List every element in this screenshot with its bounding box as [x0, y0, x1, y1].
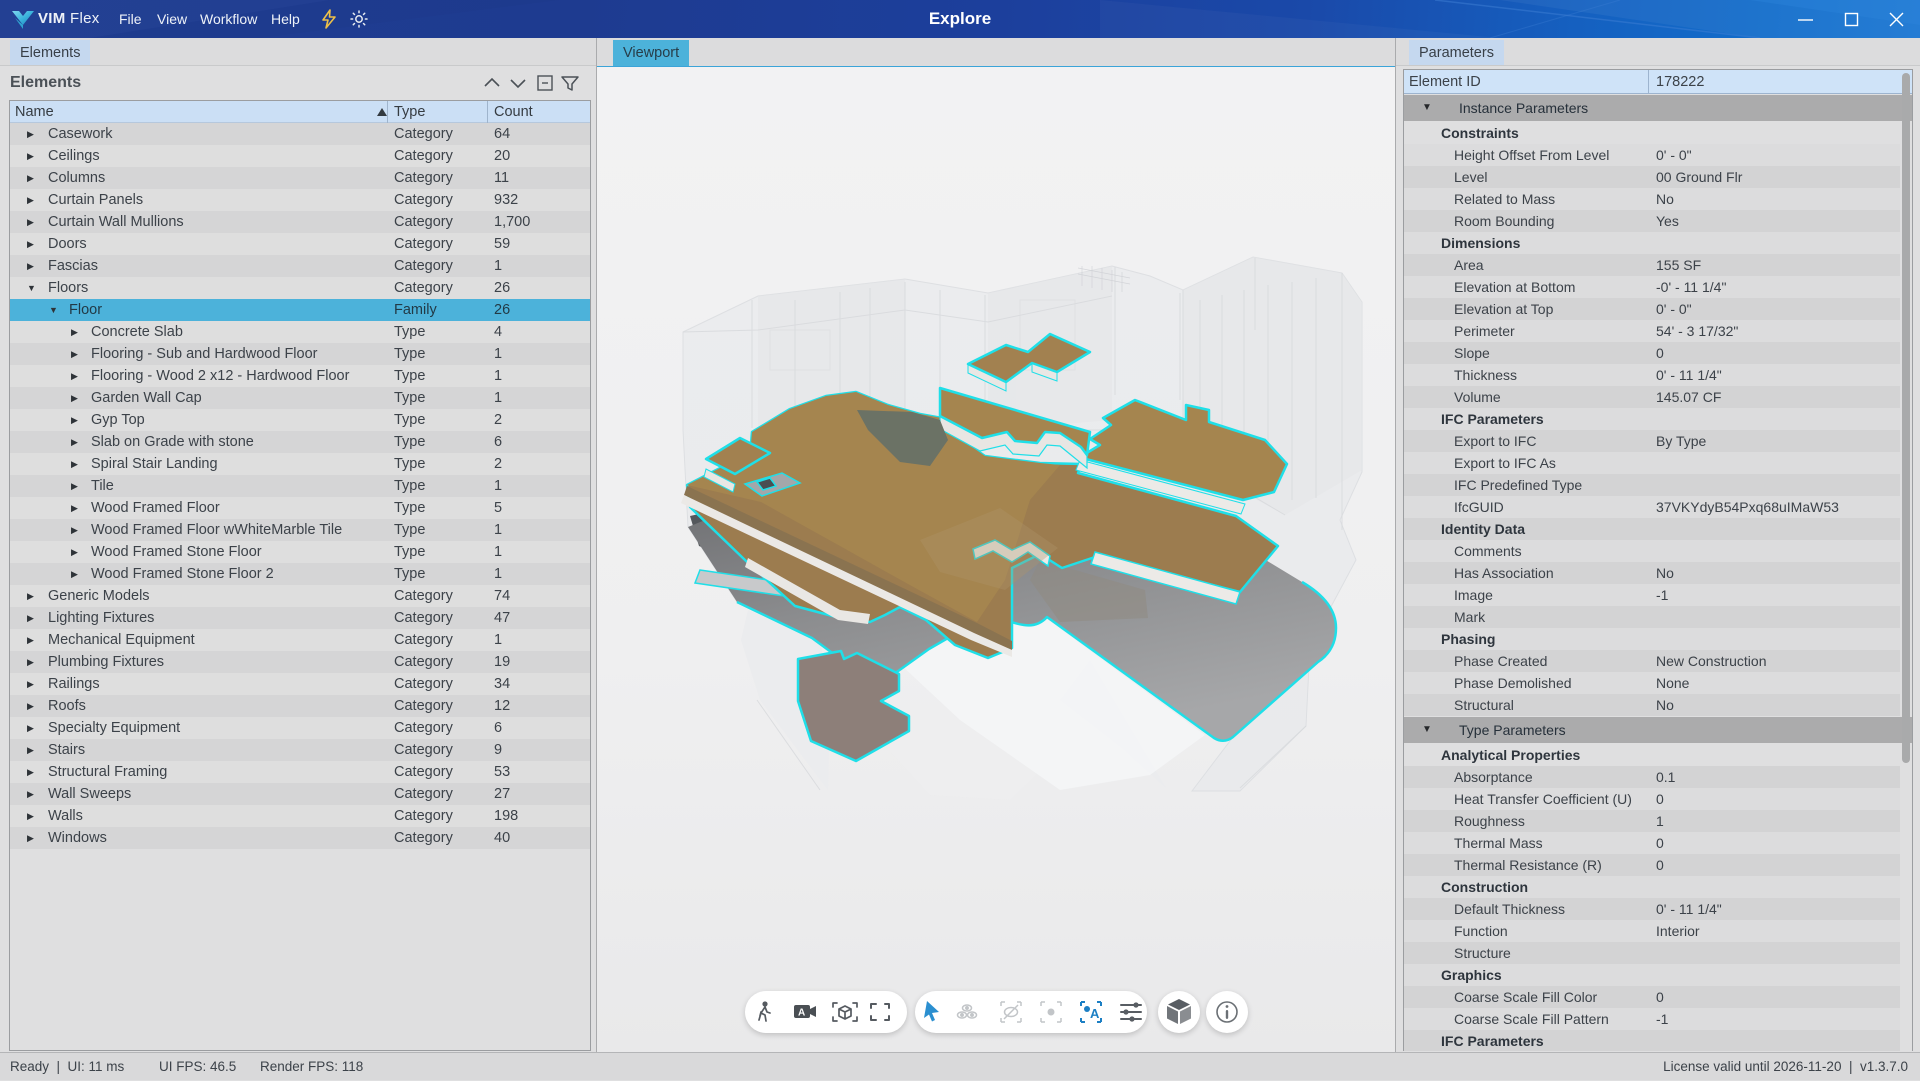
svg-text:A: A: [798, 1008, 805, 1019]
svg-text:A: A: [1090, 1006, 1100, 1021]
